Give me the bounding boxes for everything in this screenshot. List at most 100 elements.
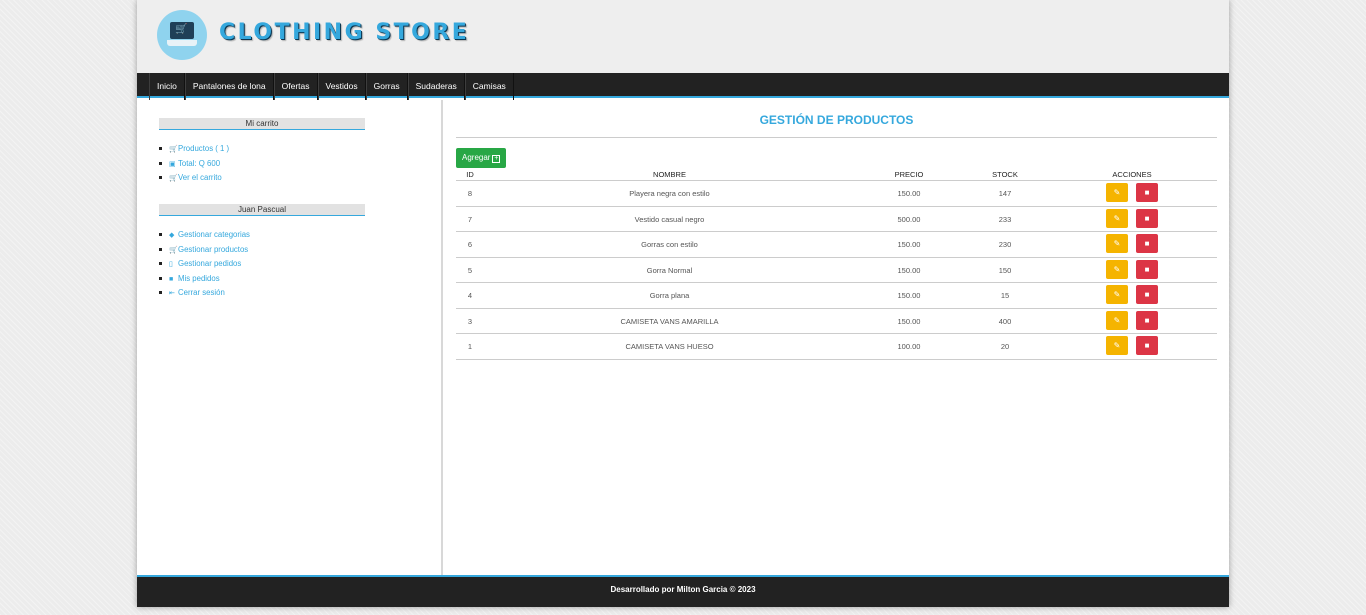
trash-icon: ■	[1144, 315, 1150, 325]
cell-name: CAMISETA VANS HUESO	[625, 342, 714, 351]
cell-stock: 233	[998, 214, 1012, 224]
table-body: 8 Playera negra con estilo 150.00 147 ✎ ■ 7 Ves…	[456, 181, 1217, 360]
delete-button[interactable]: ■	[1136, 208, 1158, 228]
delete-button[interactable]: ■	[1136, 310, 1158, 330]
sidebar-link[interactable]: ■ Mis pedidos	[159, 272, 365, 287]
page-container: 🛒 CLOTHING STORE Inicio Pantalones de lon…	[137, 0, 1229, 607]
nav-item[interactable]: Sudaderas	[407, 73, 465, 100]
col-id: ID	[466, 170, 474, 179]
cell-name: Gorra Normal	[646, 265, 693, 275]
products-table: ID NOMBRE PRECIO STOCK ACCIONES 8 Playera…	[456, 168, 1217, 360]
nav-item[interactable]: Gorras	[365, 73, 408, 100]
edit-icon: ✎	[1113, 290, 1121, 299]
row-actions: ✎ ■	[1047, 232, 1217, 253]
table-header: ID NOMBRE PRECIO STOCK ACCIONES	[456, 168, 1217, 181]
site-title[interactable]: CLOTHING STORE	[219, 20, 469, 45]
nav-item[interactable]: Ofertas	[273, 73, 318, 100]
delete-button[interactable]: ■	[1136, 285, 1158, 304]
sidebar-link-label: Gestionar productos	[178, 244, 249, 254]
sidebar-link[interactable]: ▣ Total: Q 600	[159, 157, 365, 172]
sidebar-link[interactable]: 🛒Productos ( 1 )	[159, 142, 365, 157]
plus-icon: +	[492, 155, 501, 163]
nav-item[interactable]: Vestidos	[317, 73, 366, 100]
sidebar-link-label: Total: Q 600	[178, 158, 221, 168]
edit-button[interactable]: ✎	[1106, 259, 1128, 279]
main-nav: Inicio Pantalones de lona Ofertas Vestidos G…	[137, 73, 1229, 100]
cell-name: CAMISETA VANS AMARILLA	[620, 316, 719, 326]
edit-button[interactable]: ✎	[1106, 285, 1128, 304]
cell-stock: 15	[1000, 291, 1010, 300]
cart-title: Mi carrito	[159, 118, 365, 130]
sidebar-link[interactable]: 🛒Ver el carrito	[159, 171, 365, 186]
edit-button[interactable]: ✎	[1106, 310, 1128, 330]
cell-actions: ✎ ■	[1047, 258, 1217, 283]
cell-stock: 150	[998, 265, 1012, 275]
edit-button[interactable]: ✎	[1106, 208, 1128, 228]
cell-actions: ✎ ■	[1047, 181, 1217, 206]
cell-stock: 20	[1000, 342, 1010, 351]
cell-name: Gorra plana	[649, 291, 690, 300]
tag-icon: ◆	[169, 232, 175, 239]
delete-button[interactable]: ■	[1136, 183, 1158, 202]
cell-id: 4	[467, 291, 473, 300]
cell-stock: 147	[998, 189, 1012, 198]
row-actions: ✎ ■	[1047, 309, 1217, 330]
cell-id: 8	[467, 189, 473, 198]
nav-item[interactable]: Inicio	[149, 73, 185, 100]
sidebar-link-label: Productos ( 1 )	[178, 144, 230, 153]
cell-stock: 230	[998, 240, 1012, 249]
cell-id: 6	[467, 240, 473, 249]
cell-price: 150.00	[897, 265, 921, 275]
page-title: GESTIÓN DE PRODUCTOS	[456, 112, 1217, 138]
cart-block: Mi carrito 🛒Productos ( 1 ) ▣ Total: Q 600…	[159, 118, 365, 186]
cell-actions: ✎ ■	[1047, 309, 1217, 334]
row-actions: ✎ ■	[1047, 207, 1217, 228]
sidebar-link[interactable]: ◆ Gestionar categorias	[159, 228, 365, 243]
trash-icon: ■	[1144, 188, 1150, 197]
cell-price: 150.00	[897, 291, 921, 300]
clipboard-icon: ▯	[169, 261, 173, 268]
cell-name: Playera negra con estilo	[629, 189, 710, 198]
cell-id: 7	[467, 214, 473, 224]
logout-icon: ⇤	[169, 290, 175, 297]
sidebar-link-label: Gestionar pedidos	[178, 259, 242, 268]
cell-price: 150.00	[897, 189, 921, 198]
user-menu: ◆ Gestionar categorias 🛒Gestionar producto…	[159, 228, 365, 301]
main-content: GESTIÓN DE PRODUCTOS Agregar + ID NOMBRE …	[443, 100, 1229, 575]
user-name: Juan Pascual	[159, 204, 365, 216]
trash-icon: ■	[1144, 239, 1150, 248]
sidebar-link-label: Ver el carrito	[178, 173, 222, 182]
delete-button[interactable]: ■	[1136, 336, 1158, 355]
trash-icon: ■	[1144, 213, 1150, 223]
table-row: 3 CAMISETA VANS AMARILLA 150.00 400 ✎ ■	[456, 309, 1217, 334]
sidebar-link[interactable]: ▯ Gestionar pedidos	[159, 257, 365, 272]
table-row: 6 Gorras con estilo 150.00 230 ✎ ■	[456, 232, 1217, 258]
table-row: 5 Gorra Normal 150.00 150 ✎ ■	[456, 258, 1217, 283]
cart-icon: 🛒	[175, 24, 188, 35]
edit-button[interactable]: ✎	[1106, 336, 1128, 355]
cell-actions: ✎ ■	[1047, 283, 1217, 308]
add-product-button[interactable]: Agregar +	[456, 148, 507, 168]
edit-icon: ✎	[1113, 188, 1121, 197]
col-name: NOMBRE	[653, 170, 686, 179]
receipt-icon: ■	[169, 275, 174, 283]
nav-item[interactable]: Camisas	[464, 73, 514, 100]
edit-icon: ✎	[1113, 239, 1121, 248]
nav-item[interactable]: Pantalones de lona	[184, 73, 274, 100]
delete-button[interactable]: ■	[1136, 259, 1158, 279]
edit-button[interactable]: ✎	[1106, 234, 1128, 253]
add-label: Agregar	[462, 153, 491, 162]
sidebar-link-label: Cerrar sesión	[178, 288, 225, 297]
store-logo[interactable]: 🛒	[157, 10, 207, 60]
delete-button[interactable]: ■	[1136, 234, 1158, 253]
sidebar-link[interactable]: ⇤ Cerrar sesión	[159, 286, 365, 301]
row-actions: ✎ ■	[1047, 181, 1217, 202]
cart-icon: 🛒	[169, 146, 178, 153]
cell-price: 100.00	[897, 342, 921, 351]
edit-button[interactable]: ✎	[1106, 183, 1128, 202]
edit-icon: ✎	[1113, 264, 1121, 274]
sidebar-link[interactable]: 🛒Gestionar productos	[159, 243, 365, 258]
sidebar: Mi carrito 🛒Productos ( 1 ) ▣ Total: Q 600…	[137, 100, 443, 575]
row-actions: ✎ ■	[1047, 334, 1217, 355]
edit-icon: ✎	[1113, 315, 1121, 325]
